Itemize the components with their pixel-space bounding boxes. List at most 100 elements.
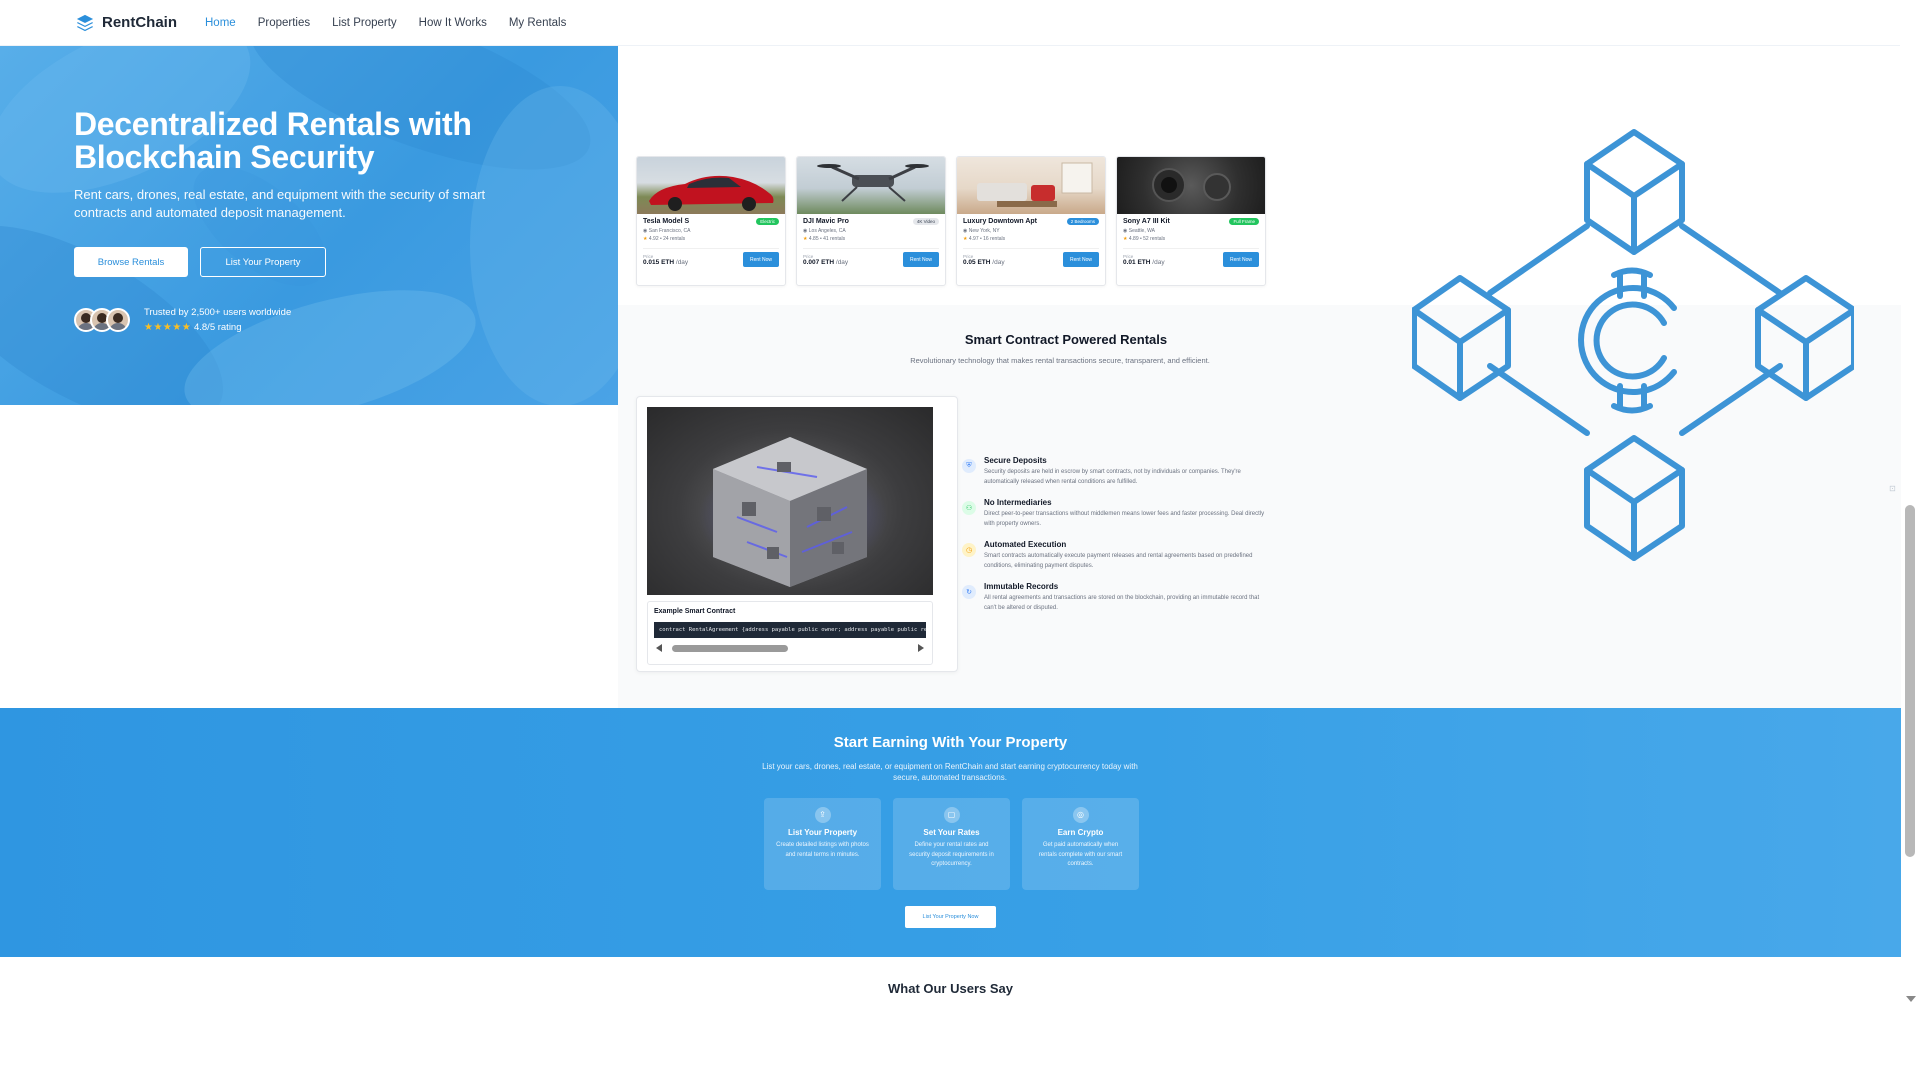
apartment-icon — [977, 162, 1093, 207]
list-property-now-button[interactable]: List Your Property Now — [905, 906, 996, 928]
rental-card[interactable]: Luxury Downtown Apt 2 Bedrooms ◉ New York… — [956, 156, 1106, 286]
shield-icon: ⛨ — [962, 459, 976, 473]
blockchain-cube-image — [647, 407, 933, 595]
divider — [803, 248, 939, 249]
rating-value: 4.97 — [968, 236, 979, 242]
feature-desc: All rental agreements and transactions a… — [984, 595, 1260, 611]
price: 0.05 ETH /day — [963, 259, 1005, 266]
card-body: Luxury Downtown Apt 2 Bedrooms ◉ New York… — [957, 214, 1105, 271]
rating-line: ★★★★★ 4.8/5 rating — [144, 320, 291, 335]
price-unit: /day — [675, 258, 689, 266]
card-rating: ★ 4.85 • 41 rentals — [803, 236, 846, 242]
step-desc: Get paid automatically when rentals comp… — [1038, 842, 1123, 867]
card-location: ◉ New York, NY — [963, 228, 1099, 234]
star-icon: ★ — [803, 236, 808, 242]
star-icon: ★ — [643, 236, 648, 242]
hero-content: Decentralized Rentals with Blockchain Se… — [74, 108, 594, 335]
rent-now-button[interactable]: Rent Now — [1063, 252, 1099, 267]
scrollbar-thumb[interactable] — [1905, 505, 1915, 857]
price-value: 0.05 ETH — [963, 258, 991, 266]
price-value: 0.007 ETH — [803, 258, 835, 266]
rental-count: 41 rentals — [823, 236, 846, 242]
rental-count: 16 rentals — [983, 236, 1006, 242]
location-text: Seattle, WA — [1128, 228, 1155, 234]
nav-link-list-property[interactable]: List Property — [332, 17, 397, 29]
nav-links: Home Properties List Property How It Wor… — [205, 17, 566, 29]
floating-widget-icon[interactable]: ⊡ — [1889, 484, 1896, 493]
star-icons: ★★★★★ — [144, 322, 192, 333]
layers-icon — [76, 14, 94, 31]
price-unit: /day — [835, 258, 849, 266]
step-title: List Your Property — [787, 828, 858, 837]
scroll-left-icon[interactable] — [656, 644, 662, 652]
browse-rentals-button[interactable]: Browse Rentals — [74, 247, 188, 277]
step-title: Earn Crypto — [1057, 828, 1104, 837]
card-body: Sony A7 III Kit Full Frame ◉ Seattle, WA … — [1117, 214, 1265, 271]
clock-icon: ◷ — [962, 543, 976, 557]
rent-now-button[interactable]: Rent Now — [743, 252, 779, 267]
card-title: Sony A7 III Kit — [1123, 218, 1170, 225]
rental-card[interactable]: DJI Mavic Pro 4K Video ◉ Los Angeles, CA … — [796, 156, 946, 286]
trust-text: Trusted by 2,500+ users worldwide ★★★★★ … — [144, 305, 291, 335]
list-property-button[interactable]: List Your Property — [200, 247, 326, 277]
code-scrollbar[interactable] — [654, 642, 926, 654]
card-body: DJI Mavic Pro 4K Video ◉ Los Angeles, CA … — [797, 214, 945, 271]
step-card: ⇪ List Your Property Create detailed lis… — [764, 798, 881, 890]
rating-value: 4.85 — [808, 236, 819, 242]
drone-image — [797, 157, 945, 214]
pin-icon: ◉ — [643, 228, 648, 234]
step-card: ◎ Earn Crypto Get paid automatically whe… — [1022, 798, 1139, 890]
step-desc: Create detailed listings with photos and… — [776, 842, 869, 858]
feature-item: ◷ Automated Execution Smart contracts aut… — [962, 540, 1272, 571]
hero-subtitle: Rent cars, drones, real estate, and equi… — [74, 187, 486, 220]
card-badge: 4K Video — [912, 218, 939, 225]
scroll-right-icon[interactable] — [918, 644, 924, 652]
trust-count: Trusted by 2,500+ users worldwide — [144, 307, 292, 318]
rent-now-button[interactable]: Rent Now — [1223, 252, 1259, 267]
price-unit: /day — [1152, 258, 1165, 266]
camera-image — [1117, 157, 1265, 214]
brand-logo[interactable]: RentChain — [76, 14, 177, 32]
price: 0.007 ETH /day — [803, 259, 848, 266]
scroll-down-icon[interactable] — [1906, 996, 1916, 1002]
cube-icon — [698, 437, 888, 587]
price: 0.01 ETH /day — [1123, 259, 1165, 266]
price: 0.015 ETH /day — [643, 259, 688, 266]
nav-link-home[interactable]: Home — [205, 17, 236, 29]
card-location: ◉ San Francisco, CA — [643, 228, 779, 234]
divider — [643, 248, 779, 249]
card-location: ◉ Los Angeles, CA — [803, 228, 939, 234]
feature-list: ⛨ Secure Deposits Security deposits are h… — [962, 456, 1272, 624]
nav-link-my-rentals[interactable]: My Rentals — [509, 17, 567, 29]
scroll-thumb[interactable] — [672, 645, 788, 652]
pin-icon: ◉ — [803, 228, 808, 234]
location-text: San Francisco, CA — [648, 228, 691, 234]
section-title: Start Earning With Your Property — [833, 734, 1068, 751]
rental-card[interactable]: Sony A7 III Kit Full Frame ◉ Seattle, WA … — [1116, 156, 1266, 286]
brand-name: RentChain — [102, 14, 177, 31]
card-title: Tesla Model S — [643, 218, 690, 225]
trust-block: Trusted by 2,500+ users worldwide ★★★★★ … — [74, 305, 594, 335]
rental-count: 24 rentals — [663, 236, 686, 242]
window-scrollbar[interactable] — [1902, 0, 1920, 1080]
pin-icon: ◉ — [963, 228, 968, 234]
card-rating: ★ 4.92 • 24 rentals — [643, 236, 686, 242]
card-badge: Electric — [756, 218, 779, 225]
price-value: 0.01 ETH — [1123, 258, 1151, 266]
card-rating: ★ 4.89 • 52 rentals — [1123, 236, 1166, 242]
rent-now-button[interactable]: Rent Now — [903, 252, 939, 267]
card-body: Tesla Model S Electric ◉ San Francisco, C… — [637, 214, 785, 271]
nav-link-properties[interactable]: Properties — [258, 17, 310, 29]
hero-title: Decentralized Rentals with Blockchain Se… — [74, 106, 472, 175]
code-label: Example Smart Contract — [654, 608, 736, 615]
rental-card[interactable]: Tesla Model S Electric ◉ San Francisco, C… — [636, 156, 786, 286]
earning-steps: ⇪ List Your Property Create detailed lis… — [764, 798, 1139, 890]
feature-title: No Intermediaries — [984, 498, 1052, 507]
rating-value: 4.92 — [648, 236, 659, 242]
testimonials-title: What Our Users Say — [888, 981, 1013, 996]
price-unit: /day — [992, 258, 1005, 266]
drone-icon — [817, 164, 929, 202]
feature-item: ⛨ Secure Deposits Security deposits are h… — [962, 456, 1272, 487]
camera-icon — [1152, 168, 1231, 202]
nav-link-how-it-works[interactable]: How It Works — [419, 17, 487, 29]
